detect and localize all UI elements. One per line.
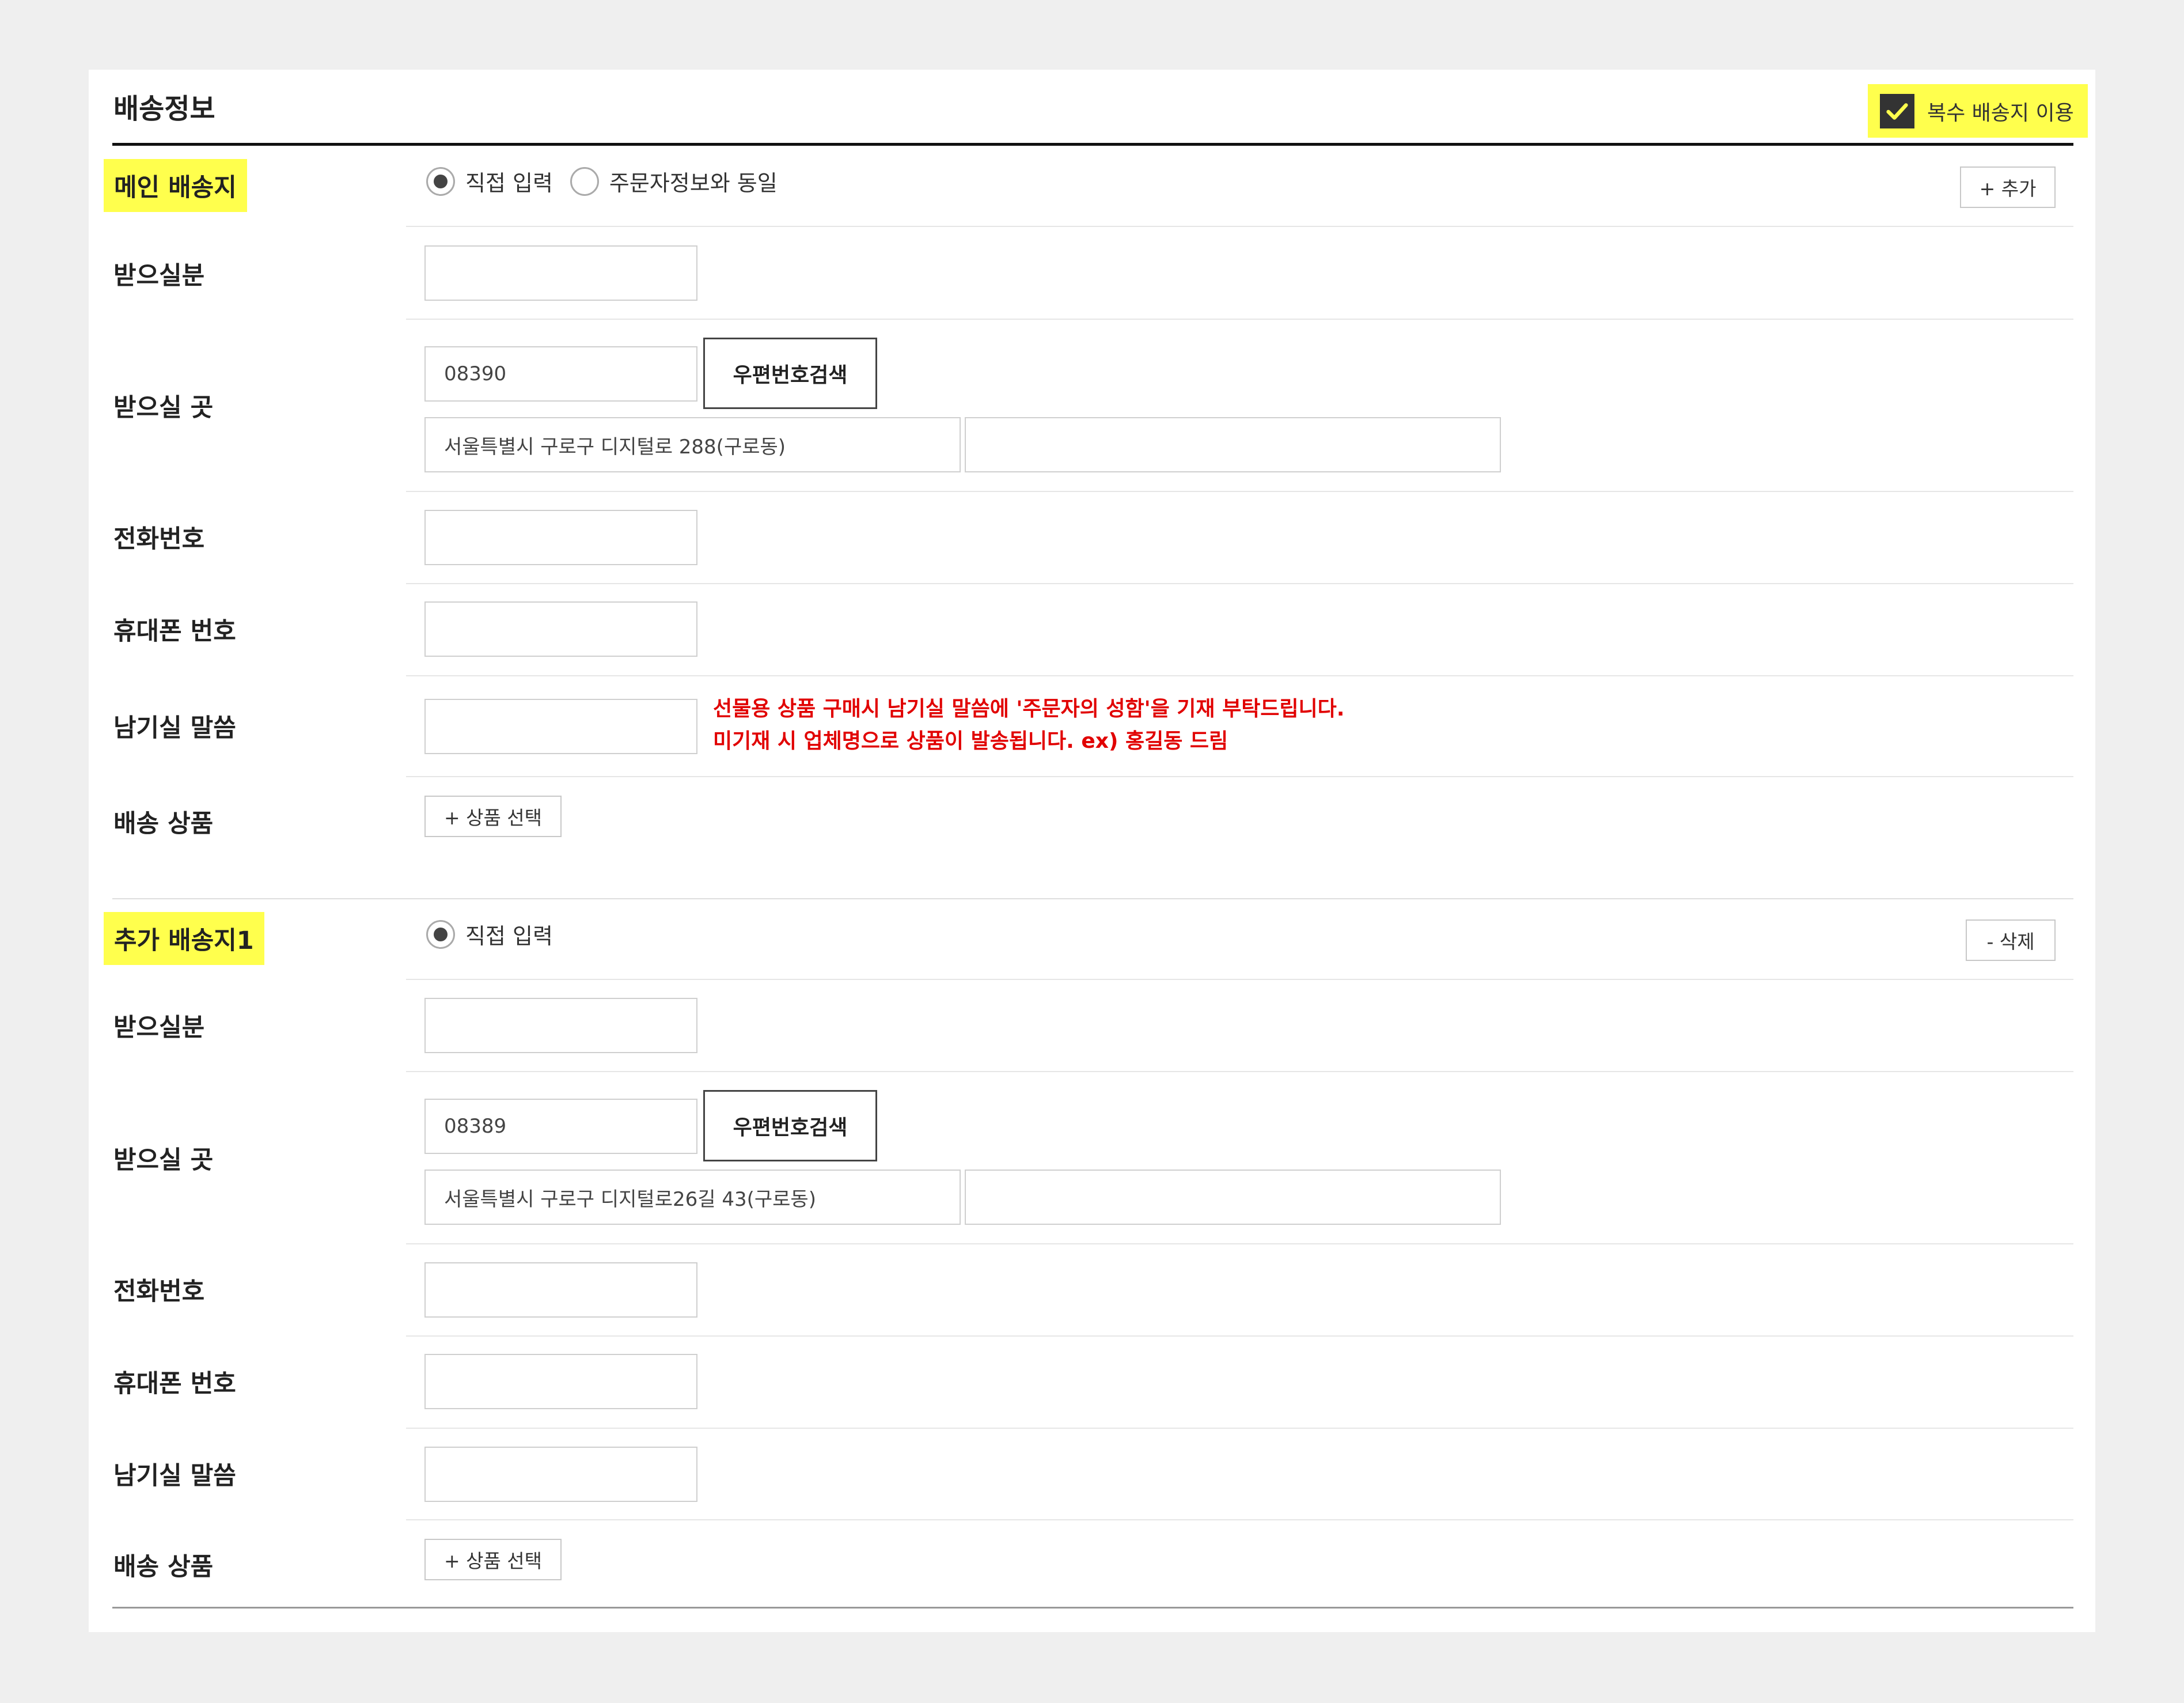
row-divider	[406, 979, 2073, 980]
radio-direct-input-label: 직접 입력	[465, 171, 553, 196]
row-divider	[406, 319, 2073, 320]
phone-label: 전화번호	[113, 525, 205, 554]
extra-address-label: 추가 배송지1	[104, 912, 264, 965]
message-label: 남기실 말씀	[113, 1462, 236, 1490]
delete-address-button[interactable]: - 삭제	[1966, 919, 2056, 961]
radio-direct-input[interactable]	[426, 919, 455, 949]
recipient-input[interactable]	[424, 998, 697, 1053]
product-label: 배송 상품	[113, 1553, 214, 1581]
radio-same-as-orderer-label: 주문자정보와 동일	[609, 171, 778, 196]
phone-input[interactable]	[424, 510, 697, 565]
zipcode-input[interactable]: 08390	[424, 346, 697, 402]
mobile-label: 휴대폰 번호	[113, 617, 236, 646]
zipcode-search-button[interactable]: 우편번호검색	[703, 1090, 877, 1161]
message-note-line2: 미기재 시 업체명으로 상품이 발송됩니다. ex) 홍길동 드림	[713, 729, 1228, 753]
check-icon	[1880, 93, 1914, 128]
zipcode-input[interactable]: 08389	[424, 1099, 697, 1154]
main-address-radio-group: 직접 입력 주문자정보와 동일	[426, 165, 795, 197]
row-divider	[406, 1335, 2073, 1337]
row-divider	[406, 583, 2073, 584]
address-label: 받으실 곳	[113, 393, 214, 422]
zipcode-search-button[interactable]: 우편번호검색	[703, 338, 877, 409]
mobile-label: 휴대폰 번호	[113, 1369, 236, 1398]
message-input[interactable]	[424, 1447, 697, 1502]
main-address-label: 메인 배송지	[104, 159, 247, 212]
message-input[interactable]	[424, 699, 697, 754]
select-product-button[interactable]: + 상품 선택	[424, 1539, 562, 1580]
radio-direct-input[interactable]	[426, 166, 455, 196]
address-detail-input[interactable]	[965, 417, 1501, 472]
radio-direct-input-label: 직접 입력	[465, 924, 553, 949]
select-product-button[interactable]: + 상품 선택	[424, 796, 562, 837]
message-label: 남기실 말씀	[113, 714, 236, 743]
address-input[interactable]: 서울특별시 구로구 디지털로 288(구로동)	[424, 417, 961, 472]
address-detail-input[interactable]	[965, 1170, 1501, 1225]
address-input[interactable]: 서울특별시 구로구 디지털로26길 43(구로동)	[424, 1170, 961, 1225]
add-address-button[interactable]: + 추가	[1960, 166, 2056, 208]
row-divider	[406, 675, 2073, 676]
mobile-input[interactable]	[424, 1354, 697, 1409]
product-label: 배송 상품	[113, 809, 214, 838]
row-divider	[406, 1243, 2073, 1244]
recipient-input[interactable]	[424, 245, 697, 301]
row-divider	[406, 1428, 2073, 1429]
multi-address-checkbox[interactable]: 복수 배송지 이용	[1868, 84, 2088, 138]
phone-input[interactable]	[424, 1262, 697, 1318]
extra-address-radio-group: 직접 입력	[426, 918, 570, 950]
multi-address-label: 복수 배송지 이용	[1927, 101, 2074, 125]
mobile-input[interactable]	[424, 601, 697, 657]
recipient-label: 받으실분	[113, 262, 205, 290]
row-divider	[406, 1519, 2073, 1520]
row-divider	[406, 226, 2073, 227]
recipient-label: 받으실분	[113, 1013, 205, 1042]
message-note-line1: 선물용 상품 구매시 남기실 말씀에 '주문자의 성함'을 기재 부탁드립니다.	[713, 697, 1345, 721]
page-title: 배송정보	[113, 93, 215, 125]
phone-label: 전화번호	[113, 1277, 205, 1306]
row-divider	[406, 491, 2073, 492]
radio-same-as-orderer[interactable]	[570, 166, 599, 196]
shipping-info-panel: 배송정보 복수 배송지 이용 메인 배송지 직접 입력 주문자정보와 동일 + …	[89, 70, 2095, 1632]
row-divider	[406, 776, 2073, 777]
section-divider	[112, 898, 2073, 899]
row-divider	[406, 1071, 2073, 1072]
address-label: 받으실 곳	[113, 1146, 214, 1175]
bottom-divider	[112, 1607, 2073, 1609]
title-divider	[112, 143, 2073, 146]
